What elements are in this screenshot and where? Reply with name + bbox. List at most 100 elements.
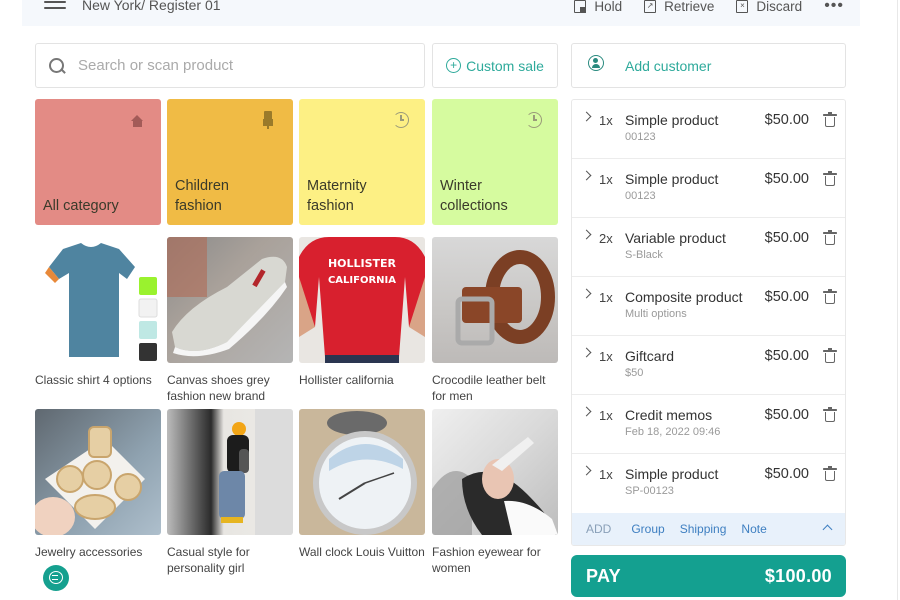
category-maternity-fashion[interactable]: Maternity fashion [299, 99, 425, 225]
cart-footer: ADD Group Shipping Note [572, 513, 845, 545]
top-bar: New York/ Register 01 Hold ↗ Retrieve × … [22, 0, 860, 26]
item-price: $50.00 [764, 348, 809, 364]
trash-icon[interactable] [823, 171, 837, 187]
cart-item[interactable]: 1x Simple product 00123 $50.00 [572, 159, 845, 218]
discard-button[interactable]: × Discard [736, 0, 802, 14]
cart-item[interactable]: 2x Variable product S-Black $50.00 [572, 218, 845, 277]
item-sku: SP-00123 [625, 485, 674, 497]
history-icon [526, 112, 542, 128]
product-image-hollister: HOLLISTER CALIFORNIA [299, 237, 425, 363]
custom-sale-label: Custom sale [466, 57, 544, 74]
add-note-link[interactable]: Note [741, 522, 766, 536]
expand-chevron-icon[interactable] [581, 406, 592, 417]
retrieve-icon: ↗ [644, 0, 657, 13]
product-image-casual-style [167, 409, 293, 535]
category-label: All category [43, 198, 119, 214]
product-image-jewelry [35, 409, 161, 535]
history-icon [393, 112, 409, 128]
expand-chevron-icon[interactable] [581, 288, 592, 299]
retrieve-label: Retrieve [664, 0, 715, 14]
product-image-eyewear [432, 409, 558, 535]
pay-label: PAY [586, 565, 621, 586]
product-name: Crocodile leather belt for men [432, 373, 546, 403]
chat-support-button[interactable] [43, 565, 69, 591]
trash-icon[interactable] [823, 407, 837, 423]
item-qty: 1x [599, 349, 613, 364]
add-customer-label: Add customer [625, 57, 712, 74]
trash-icon[interactable] [823, 348, 837, 364]
item-variant: S-Black [625, 249, 663, 261]
window-edge-divider [897, 0, 898, 600]
item-qty: 1x [599, 172, 613, 187]
custom-sale-button[interactable]: + Custom sale [432, 43, 558, 88]
product-card[interactable]: Classic shirt 4 options [35, 237, 161, 388]
retrieve-button[interactable]: ↗ Retrieve [644, 0, 714, 14]
product-name: Casual style for personality girl [167, 545, 250, 575]
expand-chevron-icon[interactable] [581, 465, 592, 476]
expand-chevron-icon[interactable] [581, 347, 592, 358]
discard-label: Discard [756, 0, 803, 14]
cart-item[interactable]: 1x Giftcard $50 $50.00 [572, 336, 845, 395]
item-price: $50.00 [764, 171, 809, 187]
product-name: Wall clock Louis Vuitton [299, 545, 425, 559]
expand-chevron-icon[interactable] [581, 111, 592, 122]
item-date: Feb 18, 2022 09:46 [625, 426, 721, 438]
product-name: Jewelry accessories [35, 545, 143, 559]
category-all[interactable]: All category [35, 99, 161, 225]
product-image-belt [432, 237, 558, 363]
pay-button[interactable]: PAY $100.00 [571, 555, 846, 597]
add-group-link[interactable]: Group [631, 522, 664, 536]
product-card[interactable]: Canvas shoes grey fashion new brand [167, 237, 293, 404]
cart-item[interactable]: 1x Simple product 00123 $50.00 [572, 100, 845, 159]
product-image-shirt [35, 237, 161, 363]
cart-item[interactable]: 1x Credit memos Feb 18, 2022 09:46 $50.0… [572, 395, 845, 454]
item-price: $50.00 [764, 230, 809, 246]
product-card[interactable]: HOLLISTER CALIFORNIA Hollister californi… [299, 237, 425, 388]
search-input[interactable] [78, 57, 398, 74]
cart-panel: 1x Simple product 00123 $50.00 1x Simple… [571, 99, 846, 546]
product-image-shoes [167, 237, 293, 363]
product-card[interactable]: Casual style for personality girl [167, 409, 293, 576]
product-card[interactable]: Wall clock Louis Vuitton [299, 409, 425, 560]
item-name: Giftcard [625, 348, 675, 364]
pin-icon [262, 111, 274, 131]
product-name: Fashion eyewear for women [432, 545, 541, 575]
hold-button[interactable]: Hold [574, 0, 622, 14]
item-qty: 1x [599, 467, 613, 482]
add-shipping-link[interactable]: Shipping [680, 522, 727, 536]
product-card[interactable]: Crocodile leather belt for men [432, 237, 558, 404]
product-card[interactable]: Fashion eyewear for women [432, 409, 558, 576]
chevron-up-icon[interactable] [822, 524, 833, 535]
item-qty: 1x [599, 290, 613, 305]
item-qty: 1x [599, 408, 613, 423]
category-winter-collections[interactable]: Winter collections [432, 99, 558, 225]
category-label: Children fashion [175, 178, 229, 214]
product-card[interactable]: Jewelry accessories [35, 409, 161, 560]
expand-chevron-icon[interactable] [581, 170, 592, 181]
item-value: $50 [625, 367, 644, 379]
item-sku: 00123 [625, 190, 656, 202]
plus-circle-icon: + [446, 58, 462, 73]
cart-item[interactable]: 1x Composite product Multi options $50.0… [572, 277, 845, 336]
trash-icon[interactable] [823, 466, 837, 482]
expand-chevron-icon[interactable] [581, 229, 592, 240]
item-options: Multi options [625, 308, 687, 320]
item-name: Simple product [625, 466, 719, 482]
add-label: ADD [586, 522, 612, 536]
item-name: Simple product [625, 112, 719, 128]
discard-icon: × [736, 0, 749, 13]
register-title: New York/ Register 01 [82, 0, 221, 13]
product-name: Canvas shoes grey fashion new brand [167, 373, 270, 403]
trash-icon[interactable] [823, 230, 837, 246]
trash-icon[interactable] [823, 112, 837, 128]
category-children-fashion[interactable]: Children fashion [167, 99, 293, 225]
search-box[interactable] [35, 43, 425, 88]
svg-text:HOLLISTER: HOLLISTER [328, 257, 397, 270]
item-qty: 1x [599, 113, 613, 128]
trash-icon[interactable] [823, 289, 837, 305]
add-customer-button[interactable]: Add customer [571, 43, 846, 88]
cart-item[interactable]: 1x Simple product SP-00123 $50.00 [572, 454, 845, 513]
more-horizontal-icon[interactable]: ••• [824, 0, 844, 15]
svg-text:CALIFORNIA: CALIFORNIA [328, 275, 396, 286]
hamburger-menu-icon[interactable] [44, 1, 66, 15]
